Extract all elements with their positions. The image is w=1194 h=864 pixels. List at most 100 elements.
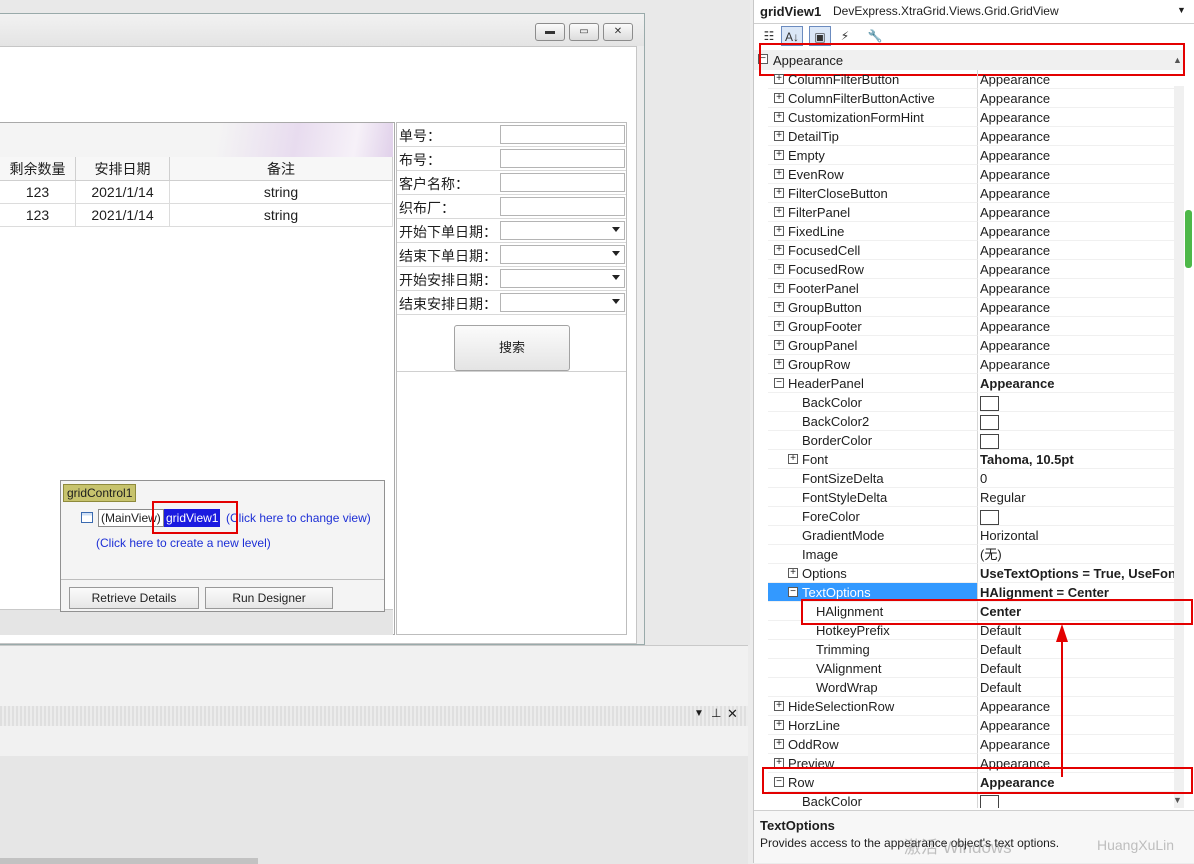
cloth-no-input[interactable] (500, 149, 625, 168)
property-row[interactable]: + EvenRow Appearance (768, 165, 1183, 184)
property-row[interactable]: + Empty Appearance (768, 146, 1183, 165)
property-value[interactable]: Appearance (980, 108, 1183, 127)
property-value[interactable]: Default (980, 678, 1183, 697)
expand-icon[interactable]: + (774, 720, 784, 730)
property-row[interactable]: + ColumnFilterButtonActive Appearance (768, 89, 1183, 108)
property-value[interactable]: Appearance (980, 336, 1183, 355)
property-row[interactable]: BackColor2 (768, 412, 1183, 431)
property-row[interactable]: VAlignment Default (768, 659, 1183, 678)
expand-icon[interactable]: + (774, 112, 784, 122)
property-name-cell[interactable]: + ColumnFilterButton (768, 70, 978, 89)
mill-input[interactable] (500, 197, 625, 216)
chevron-down-icon[interactable]: ▼ (1177, 5, 1186, 15)
property-value[interactable]: Appearance (980, 317, 1183, 336)
property-name-cell[interactable]: + GroupButton (768, 298, 978, 317)
chevron-down-icon[interactable]: ▼ (1173, 795, 1182, 805)
property-row[interactable]: − HeaderPanel Appearance (768, 374, 1183, 393)
property-name-cell[interactable]: + HorzLine (768, 716, 978, 735)
property-value[interactable] (980, 792, 1183, 808)
property-row[interactable]: + GroupPanel Appearance (768, 336, 1183, 355)
restore-icon[interactable]: ▭ (569, 23, 599, 41)
property-name-cell[interactable]: BackColor (768, 393, 978, 412)
run-designer-button[interactable]: Run Designer (205, 587, 333, 609)
grid-cell[interactable]: string (170, 204, 393, 227)
property-row[interactable]: + OddRow Appearance (768, 735, 1183, 754)
property-value[interactable]: Tahoma, 10.5pt (980, 450, 1183, 469)
grid-cell[interactable]: 2021/1/14 (76, 181, 170, 204)
property-row[interactable]: + FilterPanel Appearance (768, 203, 1183, 222)
color-swatch[interactable] (980, 510, 999, 525)
expand-icon[interactable]: + (774, 188, 784, 198)
property-name-cell[interactable]: + GroupRow (768, 355, 978, 374)
property-name-cell[interactable]: VAlignment (768, 659, 978, 678)
property-name-cell[interactable]: + DetailTip (768, 127, 978, 146)
property-name-cell[interactable]: BorderColor (768, 431, 978, 450)
column-header[interactable]: 剩余数量 (0, 157, 76, 181)
expand-icon[interactable]: + (774, 321, 784, 331)
property-name-cell[interactable]: Image (768, 545, 978, 564)
property-name-cell[interactable]: FontSizeDelta (768, 469, 978, 488)
property-value[interactable]: Appearance (980, 203, 1183, 222)
expand-icon[interactable]: + (774, 226, 784, 236)
property-row[interactable]: FontSizeDelta 0 (768, 469, 1183, 488)
expand-icon[interactable]: + (774, 93, 784, 103)
property-row[interactable]: + Font Tahoma, 10.5pt (768, 450, 1183, 469)
collapse-icon[interactable]: − (774, 378, 784, 388)
property-name-cell[interactable]: + FocusedRow (768, 260, 978, 279)
property-name-cell[interactable]: + FocusedCell (768, 241, 978, 260)
scroll-thumb[interactable] (1185, 210, 1192, 268)
collapse-icon[interactable]: − (788, 587, 798, 597)
property-row[interactable]: + HideSelectionRow Appearance (768, 697, 1183, 716)
property-value[interactable]: Regular (980, 488, 1183, 507)
expand-icon[interactable]: + (774, 131, 784, 141)
property-value[interactable]: Appearance (980, 165, 1183, 184)
property-value[interactable] (980, 412, 1183, 431)
expand-icon[interactable]: + (774, 207, 784, 217)
plan-start-date[interactable] (500, 269, 625, 288)
expand-icon[interactable]: + (774, 74, 784, 84)
property-name-cell[interactable]: + OddRow (768, 735, 978, 754)
property-row[interactable]: + DetailTip Appearance (768, 127, 1183, 146)
expand-icon[interactable]: + (774, 739, 784, 749)
property-value[interactable]: Appearance (980, 241, 1183, 260)
chevron-down-icon[interactable] (612, 299, 620, 304)
expand-icon[interactable]: + (774, 302, 784, 312)
property-name-cell[interactable]: GradientMode (768, 526, 978, 545)
chevron-down-icon[interactable] (612, 251, 620, 256)
property-value[interactable]: Default (980, 659, 1183, 678)
change-view-link[interactable]: (Click here to change view) (226, 511, 371, 525)
property-row[interactable]: BackColor (768, 792, 1183, 808)
property-name-cell[interactable]: FontStyleDelta (768, 488, 978, 507)
order-end-date[interactable] (500, 245, 625, 264)
property-row[interactable]: + CustomizationFormHint Appearance (768, 108, 1183, 127)
property-value[interactable]: Default (980, 640, 1183, 659)
property-value[interactable]: Appearance (980, 735, 1183, 754)
property-name-cell[interactable]: + FixedLine (768, 222, 978, 241)
create-level-link[interactable]: (Click here to create a new level) (96, 536, 271, 550)
property-name-cell[interactable]: ForeColor (768, 507, 978, 526)
expand-icon[interactable]: + (788, 454, 798, 464)
scrollbar[interactable] (1174, 86, 1184, 808)
property-value[interactable]: Appearance (980, 184, 1183, 203)
property-name-cell[interactable]: + Options (768, 564, 978, 583)
property-value[interactable]: Appearance (980, 127, 1183, 146)
close-icon[interactable]: ✕ (727, 706, 738, 722)
property-name-cell[interactable]: + EvenRow (768, 165, 978, 184)
property-row[interactable]: BorderColor (768, 431, 1183, 450)
order-start-date[interactable] (500, 221, 625, 240)
property-row[interactable]: + GroupRow Appearance (768, 355, 1183, 374)
property-row[interactable]: + FooterPanel Appearance (768, 279, 1183, 298)
grid-cell[interactable]: 123 (0, 181, 76, 204)
property-name-cell[interactable]: + FilterPanel (768, 203, 978, 222)
property-row[interactable]: + FixedLine Appearance (768, 222, 1183, 241)
close-icon[interactable]: ✕ (603, 23, 633, 41)
customer-input[interactable] (500, 173, 625, 192)
property-row[interactable]: + HorzLine Appearance (768, 716, 1183, 735)
property-name-cell[interactable]: + GroupPanel (768, 336, 978, 355)
property-value[interactable]: 0 (980, 469, 1183, 488)
expand-icon[interactable]: + (774, 359, 784, 369)
chevron-down-icon[interactable] (612, 275, 620, 280)
property-value[interactable]: Appearance (980, 279, 1183, 298)
property-value[interactable]: Appearance (980, 260, 1183, 279)
chevron-down-icon[interactable] (612, 227, 620, 232)
